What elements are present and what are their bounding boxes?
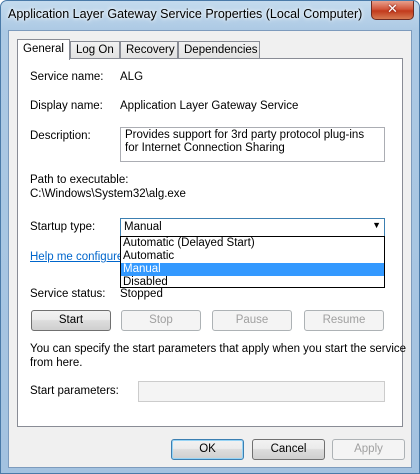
title-bar[interactable]: Application Layer Gateway Service Proper… (1, 1, 419, 27)
path-value: C:\Windows\System32\alg.exe (30, 188, 186, 200)
service-name-label: Service name: (30, 71, 104, 83)
description-text: Provides support for 3rd party protocol … (125, 129, 365, 154)
startup-type-dropdown: Automatic (Delayed Start) Automatic Manu… (120, 236, 385, 288)
service-status-label: Service status: (30, 288, 106, 300)
description-label: Description: (30, 130, 91, 142)
resume-button[interactable]: Resume (304, 310, 384, 331)
start-params-hint-line-2: from here. (30, 357, 83, 369)
chevron-down-icon[interactable]: ▼ (372, 220, 381, 230)
startup-type-value: Manual (124, 221, 162, 233)
ok-button[interactable]: OK (171, 439, 244, 460)
general-tab-panel: Service name: ALG Display name: Applicat… (17, 58, 407, 427)
dialog-client-area: General Log On Recovery Dependencies Ser… (8, 30, 412, 468)
start-params-hint-line-1: You can specify the start parameters tha… (30, 343, 407, 355)
close-button[interactable]: ✕ (371, 1, 414, 20)
service-name-value: ALG (120, 71, 144, 83)
description-field[interactable]: Provides support for 3rd party protocol … (120, 127, 385, 162)
apply-button[interactable]: Apply (332, 439, 405, 460)
startup-option-disabled[interactable]: Disabled (121, 276, 384, 289)
close-icon: ✕ (387, 2, 398, 17)
display-name-label: Display name: (30, 100, 103, 112)
service-status-value: Stopped (120, 288, 163, 300)
start-params-label: Start parameters: (30, 385, 119, 397)
pause-button[interactable]: Pause (212, 310, 292, 331)
startup-type-select[interactable]: Manual ▼ (120, 218, 385, 237)
window-title: Application Layer Gateway Service Proper… (8, 7, 363, 21)
stop-button[interactable]: Stop (121, 310, 201, 331)
startup-option-manual[interactable]: Manual (121, 263, 384, 276)
cancel-button[interactable]: Cancel (252, 439, 325, 460)
startup-type-label: Startup type: (30, 221, 96, 233)
startup-option-automatic-delayed[interactable]: Automatic (Delayed Start) (121, 237, 384, 250)
help-configure-link[interactable]: Help me configure (30, 251, 123, 263)
display-name-value: Application Layer Gateway Service (120, 100, 299, 112)
tab-dependencies[interactable]: Dependencies (178, 41, 260, 59)
startup-option-automatic[interactable]: Automatic (121, 250, 384, 263)
start-button[interactable]: Start (31, 310, 111, 331)
tab-log-on[interactable]: Log On (70, 41, 120, 59)
path-label: Path to executable: (30, 174, 129, 186)
tab-general[interactable]: General (17, 39, 70, 60)
tab-recovery[interactable]: Recovery (120, 41, 178, 59)
properties-window: Application Layer Gateway Service Proper… (0, 0, 420, 474)
start-params-input[interactable] (138, 381, 385, 402)
